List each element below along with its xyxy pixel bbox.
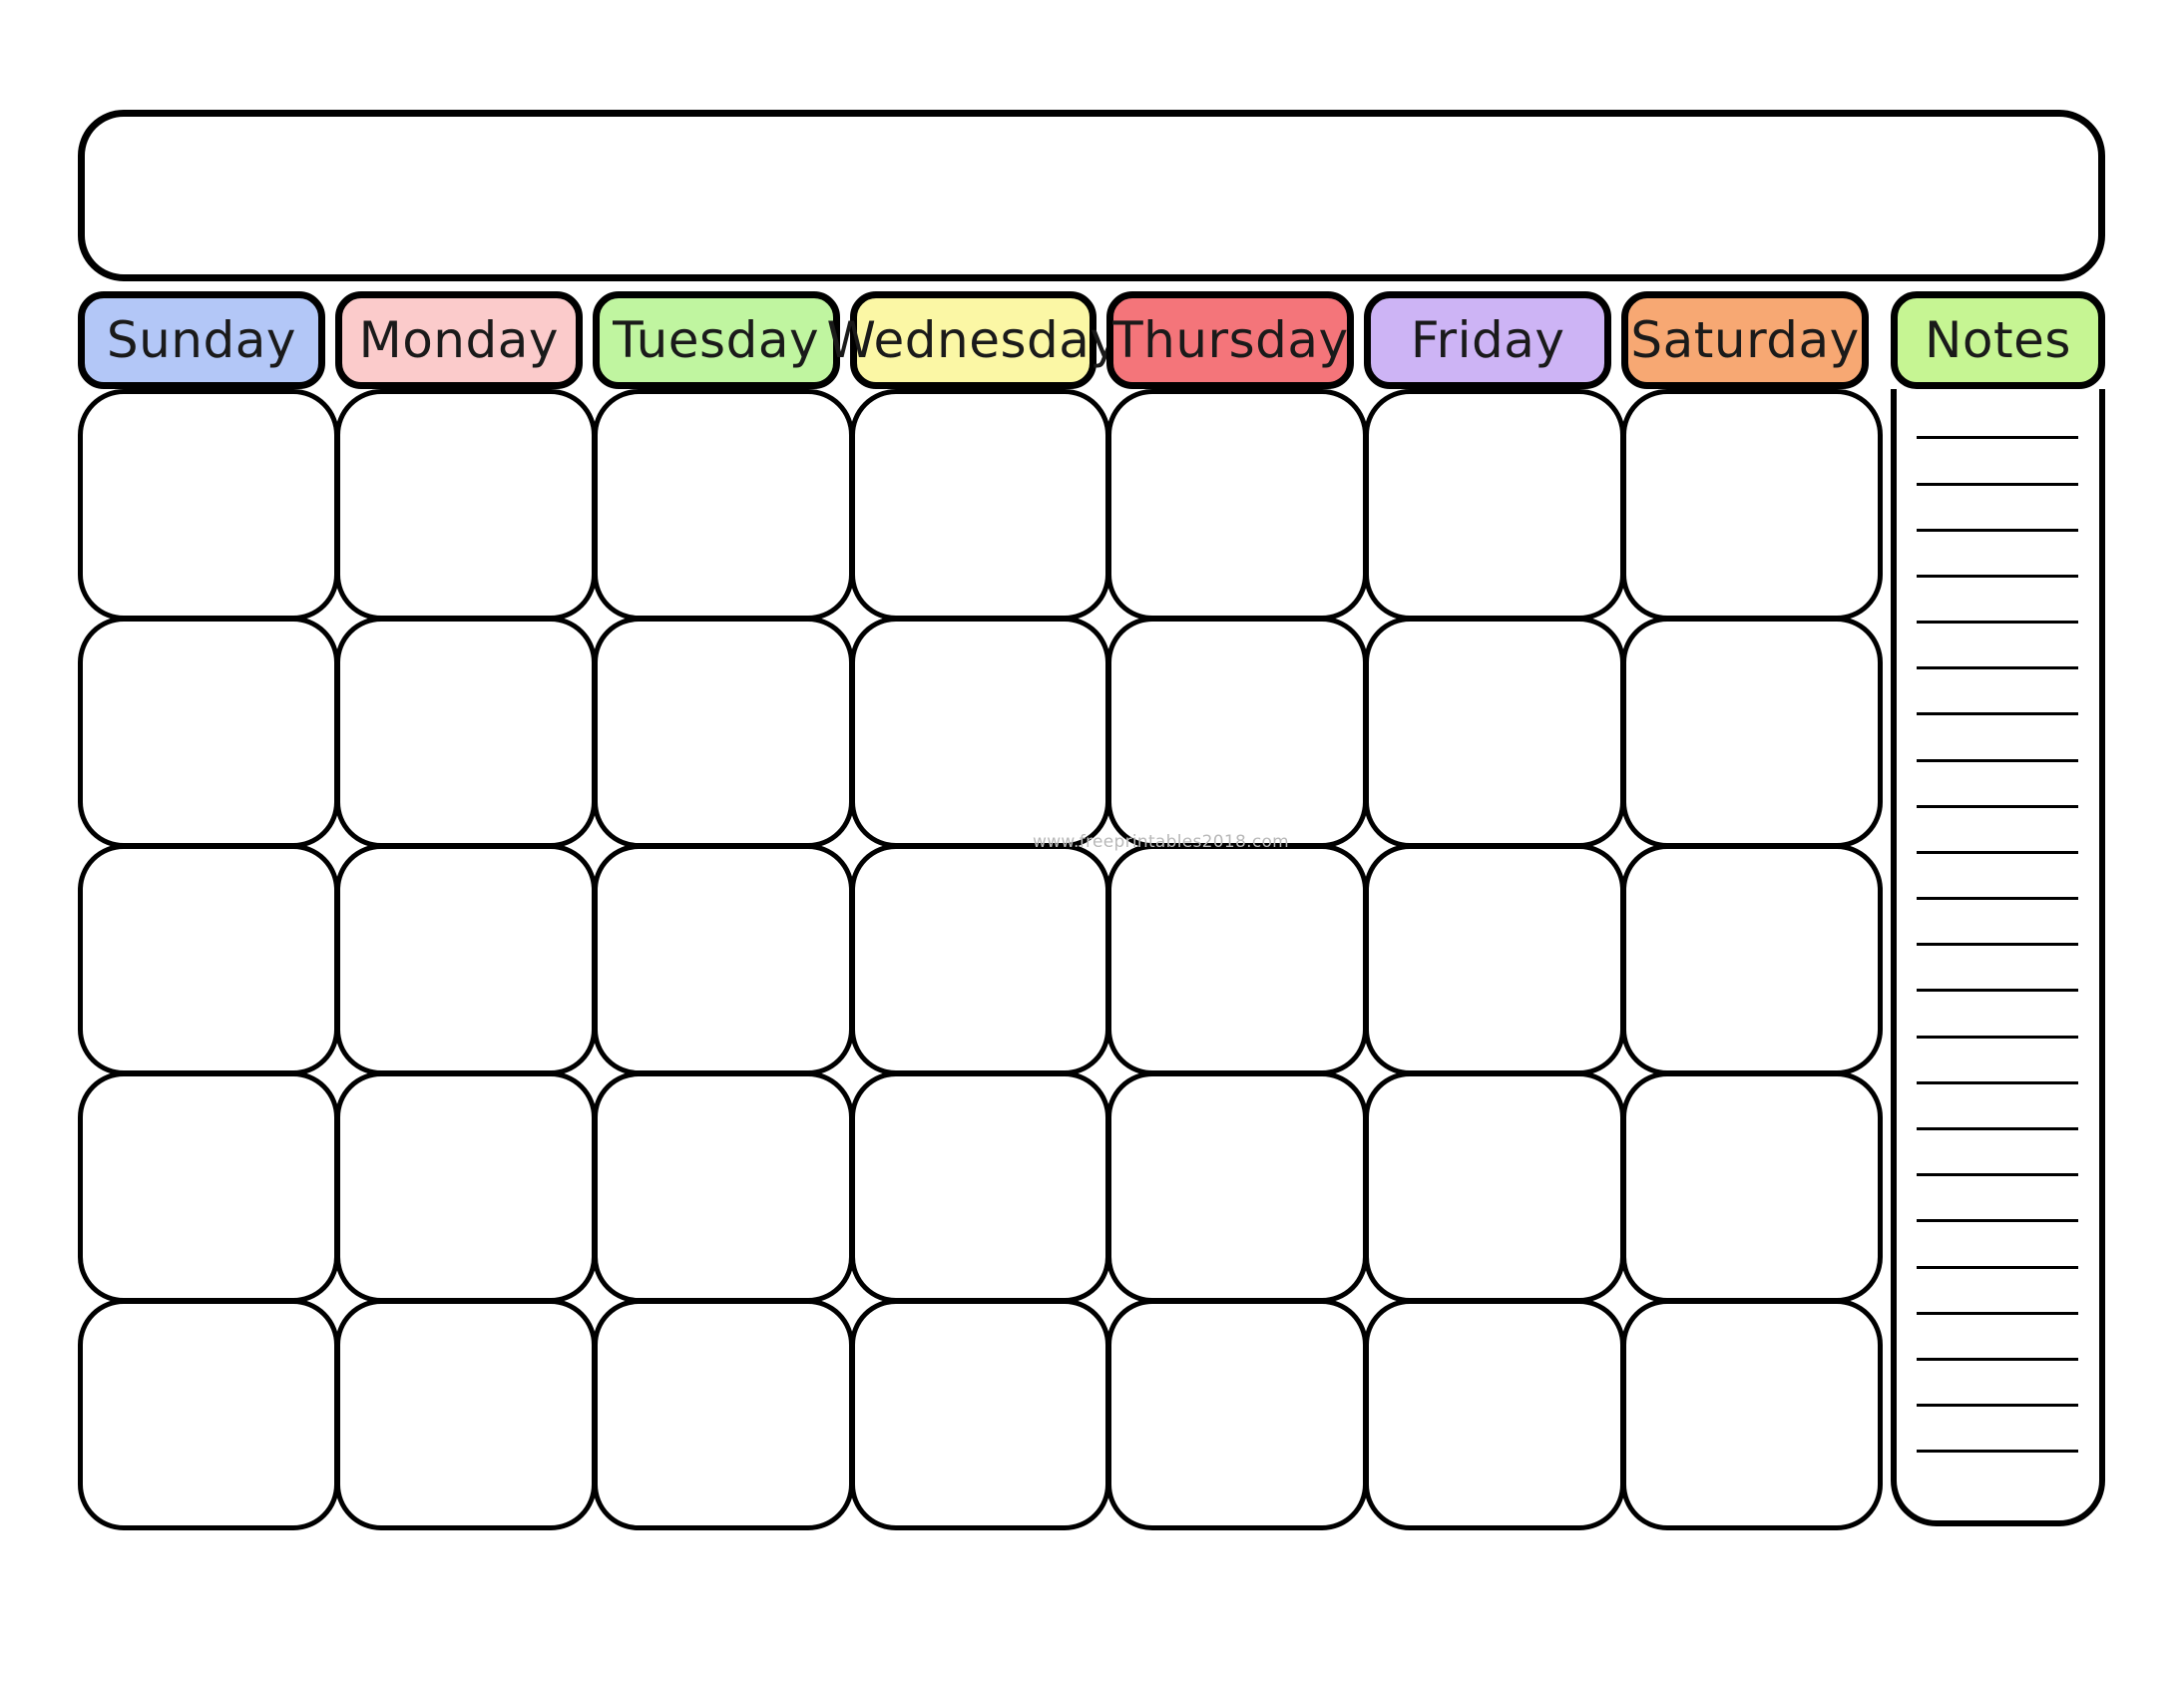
day-cell[interactable] (1106, 1071, 1369, 1303)
day-header-wednesday[interactable]: Wednesday (827, 291, 1119, 389)
day-header-tuesday[interactable]: Tuesday (592, 291, 840, 389)
day-header-label: Thursday (1112, 311, 1349, 369)
day-header-label: Saturday (1630, 311, 1860, 369)
day-cell[interactable] (1621, 844, 1883, 1075)
note-line[interactable] (1917, 1081, 2078, 1084)
note-line[interactable] (1917, 621, 2078, 624)
day-cell[interactable] (849, 1071, 1111, 1303)
day-cell[interactable] (592, 844, 854, 1075)
note-line[interactable] (1917, 436, 2078, 439)
day-header-monday[interactable]: Monday (334, 291, 583, 389)
day-header-sunday[interactable]: Sunday (78, 291, 325, 389)
day-header-label: Friday (1410, 311, 1565, 369)
day-header-friday[interactable]: Friday (1364, 291, 1612, 389)
day-header-thursday[interactable]: Thursday (1106, 291, 1355, 389)
note-line[interactable] (1917, 1127, 2078, 1130)
month-title-banner[interactable] (78, 110, 2105, 281)
note-line[interactable] (1917, 943, 2078, 946)
day-cell[interactable] (1621, 617, 1883, 848)
day-cell[interactable] (1364, 389, 1626, 621)
day-cell[interactable] (78, 617, 339, 848)
note-line[interactable] (1917, 851, 2078, 854)
day-cell[interactable] (334, 1299, 597, 1530)
day-cell[interactable] (849, 1299, 1111, 1530)
note-line[interactable] (1917, 712, 2078, 715)
day-cell[interactable] (849, 617, 1111, 848)
day-cell[interactable] (592, 389, 854, 621)
day-cell[interactable] (1106, 617, 1369, 848)
note-line[interactable] (1917, 575, 2078, 578)
notes-panel[interactable] (1891, 389, 2105, 1526)
note-line[interactable] (1917, 759, 2078, 762)
note-line[interactable] (1917, 1450, 2078, 1453)
calendar-grid (78, 389, 1883, 1530)
day-cell[interactable] (592, 617, 854, 848)
day-cell[interactable] (1106, 1299, 1369, 1530)
notes-lines (1917, 411, 2078, 1471)
day-header-label: Wednesday (826, 311, 1120, 369)
note-line[interactable] (1917, 1312, 2078, 1315)
day-header-label: Monday (358, 311, 559, 369)
day-cell[interactable] (1364, 844, 1626, 1075)
note-line[interactable] (1917, 805, 2078, 808)
day-header-label: Notes (1925, 311, 2071, 369)
note-line[interactable] (1917, 1404, 2078, 1407)
day-cell[interactable] (1621, 1299, 1883, 1530)
day-cell[interactable] (78, 1299, 339, 1530)
note-line[interactable] (1917, 1266, 2078, 1269)
day-cell[interactable] (78, 389, 339, 621)
day-header-label: Sunday (106, 311, 296, 369)
note-line[interactable] (1917, 897, 2078, 900)
note-line[interactable] (1917, 989, 2078, 992)
day-cell[interactable] (1364, 1299, 1626, 1530)
day-cell[interactable] (849, 389, 1111, 621)
day-cell[interactable] (334, 844, 597, 1075)
day-cell[interactable] (1621, 389, 1883, 621)
day-cell[interactable] (1364, 1071, 1626, 1303)
day-header-saturday[interactable]: Saturday (1621, 291, 1869, 389)
day-cell[interactable] (334, 617, 597, 848)
day-header-notes[interactable]: Notes (1891, 291, 2105, 389)
day-cell[interactable] (1106, 844, 1369, 1075)
day-header-row: Sunday Monday Tuesday Wednesday Thursday Frid… (78, 291, 2105, 389)
day-cell[interactable] (78, 844, 339, 1075)
note-line[interactable] (1917, 529, 2078, 532)
watermark-text: www.freeprintables2018.com (1033, 832, 1290, 852)
note-line[interactable] (1917, 1173, 2078, 1176)
note-line[interactable] (1917, 1358, 2078, 1361)
day-cell[interactable] (849, 844, 1111, 1075)
calendar-page: Sunday Monday Tuesday Wednesday Thursday Frid… (0, 0, 2184, 1688)
day-cell[interactable] (1364, 617, 1626, 848)
day-cell[interactable] (334, 1071, 597, 1303)
day-cell[interactable] (1621, 1071, 1883, 1303)
day-cell[interactable] (592, 1299, 854, 1530)
day-cell[interactable] (78, 1071, 339, 1303)
day-cell[interactable] (1106, 389, 1369, 621)
day-header-label: Tuesday (613, 311, 820, 369)
note-line[interactable] (1917, 483, 2078, 486)
day-cell[interactable] (592, 1071, 854, 1303)
note-line[interactable] (1917, 666, 2078, 669)
day-cell[interactable] (334, 389, 597, 621)
note-line[interactable] (1917, 1036, 2078, 1039)
note-line[interactable] (1917, 1219, 2078, 1222)
